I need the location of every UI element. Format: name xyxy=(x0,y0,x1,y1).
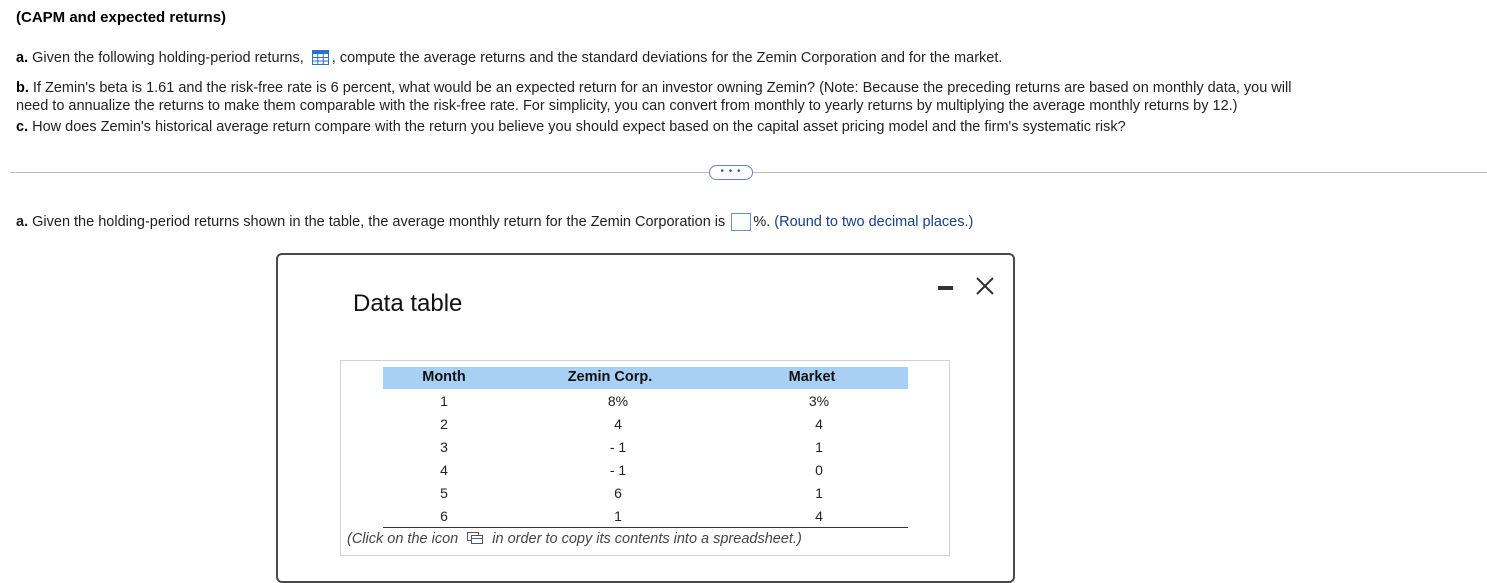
cell-market: 3% xyxy=(808,393,830,409)
cell-month: 3 xyxy=(440,439,448,455)
column-header-market: Market xyxy=(788,369,836,385)
part-a-text-after: , compute the average returns and the st… xyxy=(331,50,1003,66)
part-b-label: b. xyxy=(16,80,29,96)
cell-month: 4 xyxy=(440,462,448,478)
part-a-text-before: Given the following holding-period retur… xyxy=(32,50,304,66)
problem-title: (CAPM and expected returns) xyxy=(16,9,227,26)
answer-text-before: Given the holding-period returns shown i… xyxy=(32,214,726,230)
cell-month: 6 xyxy=(440,508,448,524)
minimize-button[interactable] xyxy=(935,278,957,296)
cell-market: 4 xyxy=(815,416,823,432)
cell-month: 2 xyxy=(440,416,448,432)
cell-market: 1 xyxy=(815,485,823,501)
footnote-text-before: (Click on the icon xyxy=(347,531,459,547)
cell-market: 1 xyxy=(815,439,823,455)
expand-more-button[interactable]: • • • xyxy=(709,165,753,180)
part-b-line2: need to annualize the returns to make th… xyxy=(16,98,1238,114)
question-part-c: c. How does Zemin's historical average r… xyxy=(16,118,1126,136)
cell-zemin: 4 xyxy=(614,416,622,432)
cell-market: 0 xyxy=(815,462,823,478)
part-c-label: c. xyxy=(16,119,29,135)
cell-zemin: 6 xyxy=(614,485,622,501)
part-c-text: How does Zemin's historical average retu… xyxy=(32,119,1126,135)
minimize-icon xyxy=(938,286,953,290)
question-part-a: a. Given the following holding-period re… xyxy=(16,49,1002,67)
answer-prompt: a. Given the holding-period returns show… xyxy=(16,213,973,231)
column-header-zemin: Zemin Corp. xyxy=(567,369,653,385)
cell-market: 4 xyxy=(815,508,823,524)
cell-month: 5 xyxy=(440,485,448,501)
part-a-label: a. xyxy=(16,50,29,66)
footnote-text-after: in order to copy its contents into a spr… xyxy=(492,531,802,547)
copy-to-spreadsheet-icon[interactable] xyxy=(466,531,484,545)
average-return-input[interactable] xyxy=(731,213,752,231)
answer-percent-sign: %. xyxy=(753,214,771,230)
cell-zemin: - 1 xyxy=(609,462,627,478)
table-bottom-border xyxy=(383,527,908,528)
close-button[interactable] xyxy=(973,274,997,298)
answer-label: a. xyxy=(16,214,29,230)
cell-zemin: 8% xyxy=(607,393,629,409)
data-table-icon[interactable] xyxy=(311,50,329,65)
cell-zemin: 1 xyxy=(614,508,622,524)
dialog-title: Data table xyxy=(353,290,463,317)
column-header-month: Month xyxy=(422,369,466,385)
table-footnote: (Click on the icon in order to copy its … xyxy=(347,531,802,547)
cell-month: 1 xyxy=(440,393,448,409)
part-b-line1: If Zemin's beta is 1.61 and the risk-fre… xyxy=(32,80,1292,96)
question-part-b: b. If Zemin's beta is 1.61 and the risk-… xyxy=(16,79,1291,97)
close-icon xyxy=(976,277,994,295)
rounding-hint: (Round to two decimal places.) xyxy=(774,214,974,230)
cell-zemin: - 1 xyxy=(609,439,627,455)
